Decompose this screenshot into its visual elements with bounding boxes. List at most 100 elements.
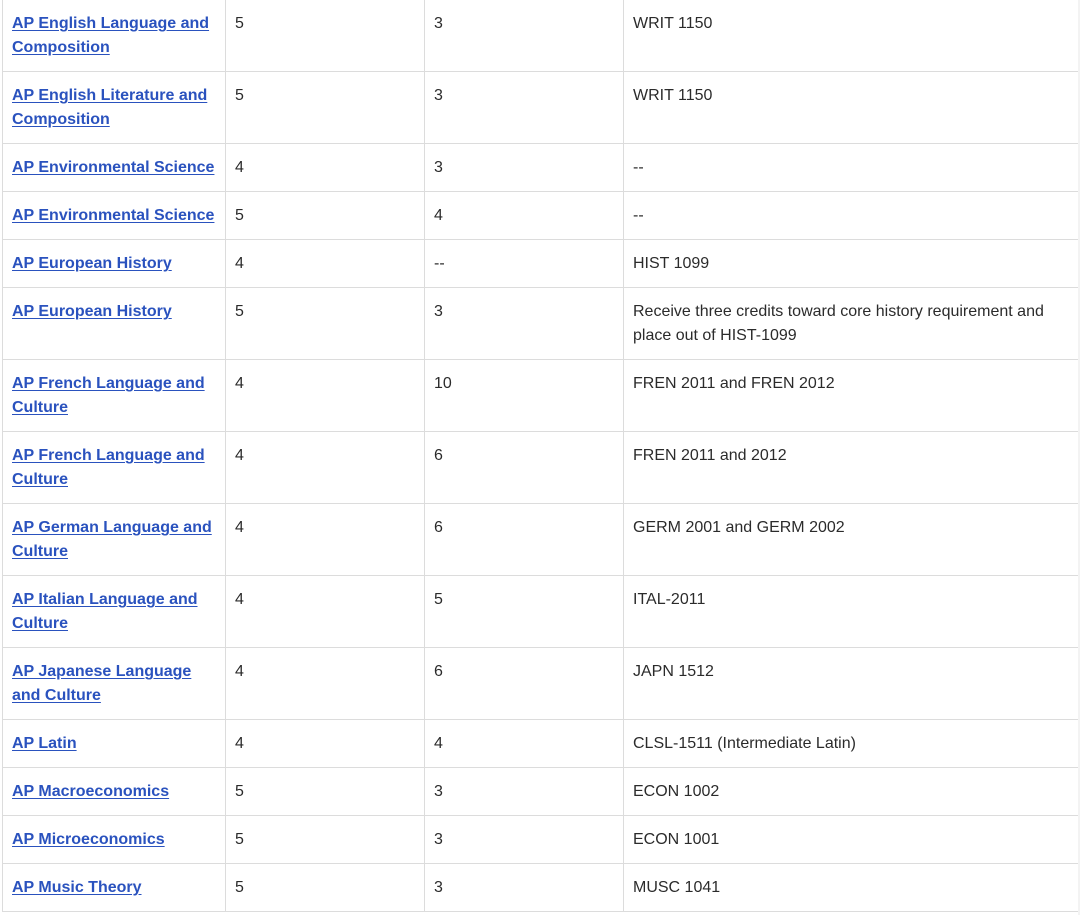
score-value: 4: [235, 591, 244, 608]
credits-value: 5: [434, 591, 443, 608]
score-value: 5: [235, 783, 244, 800]
credits-cell: 3: [424, 143, 624, 192]
table-row: AP Japanese Language and Culture 4 6 JAP…: [2, 647, 1079, 720]
equivalent-cell: Receive three credits toward core histor…: [623, 287, 1079, 360]
score-value: 5: [235, 831, 244, 848]
equivalent-value: Receive three credits toward core histor…: [633, 303, 1044, 344]
equivalent-value: ECON 1002: [633, 783, 720, 800]
exam-link[interactable]: AP German Language and Culture: [12, 519, 212, 560]
credits-value: 3: [434, 783, 443, 800]
table-row: AP Environmental Science 4 3 --: [2, 143, 1079, 192]
exam-link[interactable]: AP English Literature and Composition: [12, 87, 207, 128]
credits-value: --: [434, 255, 445, 272]
equivalent-value: WRIT 1150: [633, 15, 713, 32]
credits-value: 4: [434, 207, 443, 224]
score-cell: 5: [225, 815, 425, 864]
exam-link[interactable]: AP French Language and Culture: [12, 447, 205, 488]
exam-cell: AP English Language and Composition: [2, 0, 226, 72]
exam-cell: AP European History: [2, 239, 226, 288]
credits-cell: 4: [424, 719, 624, 768]
exam-cell: AP European History: [2, 287, 226, 360]
equivalent-value: ITAL-2011: [633, 591, 706, 608]
exam-link[interactable]: AP French Language and Culture: [12, 375, 205, 416]
equivalent-cell: HIST 1099: [623, 239, 1079, 288]
exam-link[interactable]: AP Environmental Science: [12, 159, 214, 176]
score-cell: 4: [225, 359, 425, 432]
equivalent-value: CLSL-1511 (Intermediate Latin): [633, 735, 856, 752]
table-row: AP Microeconomics 5 3 ECON 1001: [2, 815, 1079, 864]
credits-cell: 3: [424, 767, 624, 816]
exam-link[interactable]: AP Environmental Science: [12, 207, 214, 224]
table-row: AP Latin 4 4 CLSL-1511 (Intermediate Lat…: [2, 719, 1079, 768]
score-value: 4: [235, 663, 244, 680]
exam-cell: AP French Language and Culture: [2, 359, 226, 432]
equivalent-cell: WRIT 1150: [623, 0, 1079, 72]
exam-link[interactable]: AP Italian Language and Culture: [12, 591, 198, 632]
table-row: AP French Language and Culture 4 6 FREN …: [2, 431, 1079, 504]
equivalent-cell: --: [623, 143, 1079, 192]
exam-cell: AP Macroeconomics: [2, 767, 226, 816]
score-cell: 4: [225, 239, 425, 288]
credits-cell: 10: [424, 359, 624, 432]
table-row: AP English Literature and Composition 5 …: [2, 71, 1079, 144]
equivalent-value: FREN 2011 and 2012: [633, 447, 787, 464]
score-value: 5: [235, 87, 244, 104]
credits-cell: 3: [424, 0, 624, 72]
equivalent-cell: JAPN 1512: [623, 647, 1079, 720]
credits-value: 3: [434, 831, 443, 848]
exam-link[interactable]: AP Music Theory: [12, 879, 142, 896]
exam-link[interactable]: AP Macroeconomics: [12, 783, 169, 800]
ap-credit-table: AP English Language and Composition 5 3 …: [2, 0, 1079, 912]
exam-link[interactable]: AP Japanese Language and Culture: [12, 663, 191, 704]
credits-value: 4: [434, 735, 443, 752]
table-row: AP Environmental Science 5 4 --: [2, 191, 1079, 240]
equivalent-value: JAPN 1512: [633, 663, 714, 680]
score-value: 5: [235, 879, 244, 896]
exam-cell: AP Environmental Science: [2, 143, 226, 192]
exam-cell: AP Microeconomics: [2, 815, 226, 864]
equivalent-cell: WRIT 1150: [623, 71, 1079, 144]
credits-value: 3: [434, 87, 443, 104]
exam-link[interactable]: AP European History: [12, 255, 172, 272]
score-cell: 4: [225, 431, 425, 504]
exam-link[interactable]: AP Microeconomics: [12, 831, 165, 848]
credits-value: 3: [434, 879, 443, 896]
score-value: 5: [235, 15, 244, 32]
credits-cell: 4: [424, 191, 624, 240]
table-row: AP English Language and Composition 5 3 …: [2, 0, 1079, 72]
credits-cell: 6: [424, 647, 624, 720]
equivalent-cell: CLSL-1511 (Intermediate Latin): [623, 719, 1079, 768]
equivalent-value: FREN 2011 and FREN 2012: [633, 375, 835, 392]
table-row: AP European History 4 -- HIST 1099: [2, 239, 1079, 288]
equivalent-value: MUSC 1041: [633, 879, 721, 896]
score-cell: 5: [225, 863, 425, 912]
exam-link[interactable]: AP English Language and Composition: [12, 15, 209, 56]
exam-link[interactable]: AP European History: [12, 303, 172, 320]
exam-link[interactable]: AP Latin: [12, 735, 77, 752]
credits-value: 6: [434, 663, 443, 680]
credits-cell: 3: [424, 863, 624, 912]
score-cell: 4: [225, 647, 425, 720]
score-value: 4: [235, 159, 244, 176]
table-row: AP Italian Language and Culture 4 5 ITAL…: [2, 575, 1079, 648]
score-value: 4: [235, 519, 244, 536]
score-value: 4: [235, 255, 244, 272]
equivalent-cell: FREN 2011 and 2012: [623, 431, 1079, 504]
table-row: AP French Language and Culture 4 10 FREN…: [2, 359, 1079, 432]
score-value: 4: [235, 735, 244, 752]
score-cell: 4: [225, 143, 425, 192]
score-cell: 5: [225, 287, 425, 360]
equivalent-cell: MUSC 1041: [623, 863, 1079, 912]
credits-value: 3: [434, 159, 443, 176]
equivalent-value: ECON 1001: [633, 831, 720, 848]
credits-cell: 3: [424, 287, 624, 360]
credits-value: 3: [434, 303, 443, 320]
exam-cell: AP Japanese Language and Culture: [2, 647, 226, 720]
credits-value: 6: [434, 447, 443, 464]
score-cell: 5: [225, 71, 425, 144]
exam-cell: AP French Language and Culture: [2, 431, 226, 504]
exam-cell: AP Latin: [2, 719, 226, 768]
score-cell: 4: [225, 575, 425, 648]
equivalent-value: --: [633, 207, 644, 224]
table-row: AP European History 5 3 Receive three cr…: [2, 287, 1079, 360]
